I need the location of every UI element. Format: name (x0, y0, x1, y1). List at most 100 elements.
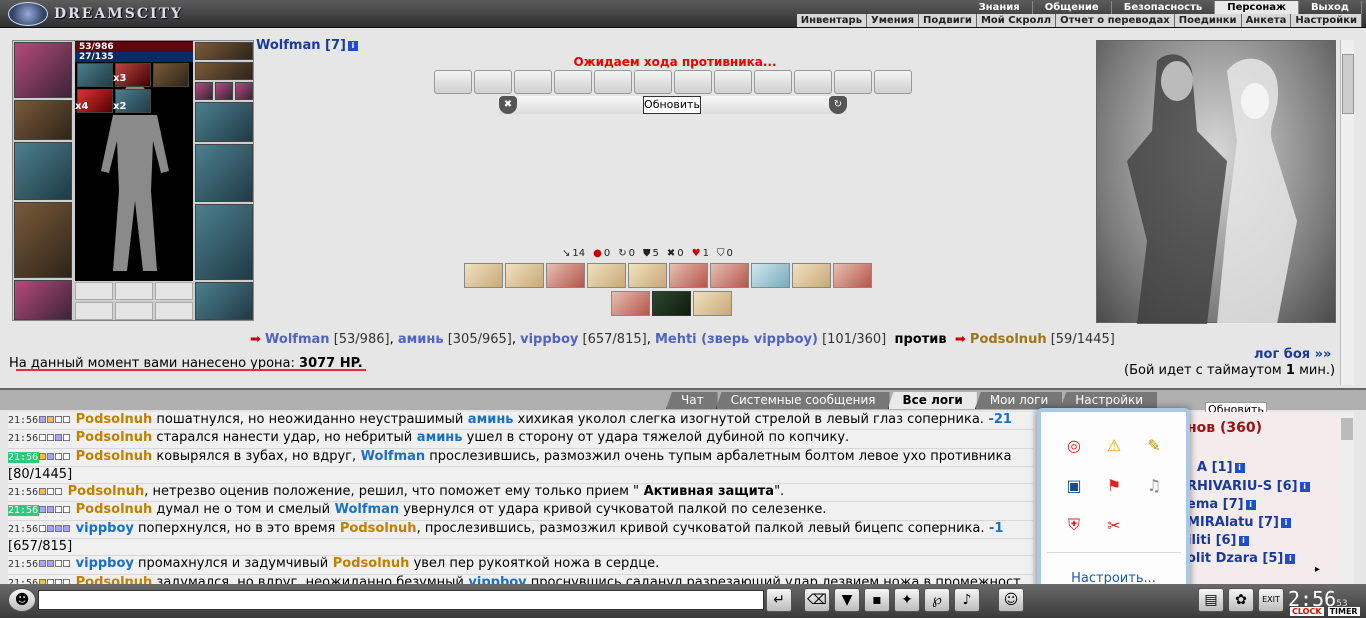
submenu-my-scroll[interactable]: Мой Скролл (977, 14, 1057, 27)
info-icon[interactable]: i (1245, 499, 1256, 510)
submenu-skills[interactable]: Умения (867, 14, 920, 27)
info-icon[interactable]: i (1299, 481, 1310, 492)
sound-icon[interactable]: ♪ (954, 588, 980, 612)
player-list-scrollbar[interactable] (1340, 412, 1354, 584)
filter-icon[interactable]: ▼ (834, 588, 860, 612)
submenu-settings[interactable]: Настройки (1291, 14, 1362, 27)
player-list-item[interactable]: RHIVARIU-S [6] i (1187, 479, 1310, 494)
log-player-name[interactable]: vippboy (464, 575, 526, 584)
monitor-icon[interactable]: ▣ (1063, 474, 1085, 496)
chat-input[interactable] (38, 590, 764, 610)
player-link[interactable]: Mehti (зверь vippboy) (655, 332, 818, 347)
log-player-name[interactable]: Podsolnuh (71, 502, 153, 517)
info-icon[interactable]: i (1281, 517, 1291, 528)
shield-slot[interactable] (195, 144, 253, 202)
battle-log-link[interactable]: лог боя »» (1254, 347, 1331, 362)
smiley-icon[interactable]: ☺ (998, 588, 1024, 612)
eraser-icon[interactable]: ⌫ (804, 588, 830, 612)
log-player-name[interactable]: Wolfman (356, 449, 426, 464)
skill-icon[interactable] (464, 263, 503, 288)
skill-icon[interactable] (546, 263, 585, 288)
player-list-item[interactable]: iliti [6] i (1187, 533, 1249, 548)
refresh-button[interactable]: Обновить (643, 96, 701, 114)
menu-exit[interactable]: Выход (1299, 1, 1362, 14)
player-list-item[interactable]: ema [7] i (1187, 497, 1256, 512)
boots-slot[interactable] (195, 282, 253, 320)
tab-system-messages[interactable]: Системные сообщения (715, 392, 890, 409)
log-player-name[interactable]: vippboy (71, 556, 134, 571)
legs-slot[interactable] (195, 204, 253, 280)
inventory-item-1[interactable] (77, 63, 113, 87)
skill-icon[interactable] (505, 263, 544, 288)
menu-communication[interactable]: Общение (1033, 1, 1112, 14)
empty-slot-5[interactable] (115, 302, 153, 320)
target-icon[interactable]: ◎ (1063, 434, 1085, 456)
page-scrollbar[interactable] (1340, 40, 1354, 385)
log-player-name[interactable]: -21 (984, 412, 1012, 427)
tools-icon[interactable]: ✎ (1143, 434, 1165, 456)
belt-slot[interactable] (14, 280, 72, 320)
necklace-slot[interactable] (195, 62, 253, 80)
log-player-name[interactable]: Podsolnuh (63, 484, 145, 499)
tab-my-logs[interactable]: Мои логи (974, 392, 1063, 409)
log-player-name[interactable]: Podsolnuh (328, 556, 410, 571)
bell-icon[interactable]: ♫ (1143, 474, 1165, 496)
skill-icon[interactable] (587, 263, 626, 288)
log-player-name[interactable]: Podsolnuh (71, 449, 153, 464)
skill-icon[interactable] (792, 263, 831, 288)
submenu-feats[interactable]: Подвиги (919, 14, 977, 27)
player-link[interactable]: vippboy (520, 332, 578, 347)
helmet-slot[interactable] (14, 42, 72, 98)
private-icon[interactable]: ℘ (924, 588, 950, 612)
inventory-item-3[interactable] (153, 63, 189, 87)
skill-icon[interactable] (693, 291, 732, 316)
tab-chat[interactable]: Чат (666, 392, 718, 409)
player-list-item[interactable]: MIRAlatu [7] i (1187, 515, 1291, 530)
scroll-right-icon[interactable]: ▸ (1315, 564, 1320, 575)
empty-slot-2[interactable] (115, 282, 153, 300)
skill-icon[interactable] (751, 263, 790, 288)
active-skill-icon[interactable] (652, 291, 691, 316)
skill-icon[interactable] (669, 263, 708, 288)
player-list-item[interactable]: olit Dzara [5] i (1187, 551, 1296, 566)
submenu-inventory[interactable]: Инвентарь (797, 14, 868, 27)
save-icon[interactable]: ▪ (864, 588, 890, 612)
player-link[interactable]: Wolfman (265, 332, 330, 347)
empty-slot-1[interactable] (75, 282, 113, 300)
amulet-slot[interactable] (14, 100, 72, 140)
figure-icon[interactable]: ✦ (894, 588, 920, 612)
skill-icon[interactable] (628, 263, 667, 288)
tab-all-logs[interactable]: Все логи (887, 392, 977, 409)
menu-knowledge[interactable]: Знания (967, 1, 1033, 14)
empty-slot-4[interactable] (75, 302, 113, 320)
armor-slot[interactable] (14, 202, 72, 278)
paw-icon[interactable]: ✿ (1228, 588, 1254, 612)
skill-icon[interactable] (611, 291, 650, 316)
empty-slot-6[interactable] (155, 302, 193, 320)
tab-settings[interactable]: Настройки (1060, 392, 1158, 409)
log-player-name[interactable]: аминь (412, 430, 463, 445)
ring-slot-3[interactable] (235, 82, 253, 100)
log-player-name[interactable]: vippboy (71, 521, 134, 536)
warning-icon[interactable]: ⚠ (1103, 434, 1125, 456)
timer-label[interactable]: TIMER (1327, 607, 1360, 616)
player-list-item[interactable]: A [1] i (1197, 460, 1245, 475)
bag-icon[interactable]: ▤ (1198, 588, 1224, 612)
info-icon[interactable]: i (1238, 535, 1249, 546)
send-icon[interactable]: ↵ (766, 588, 792, 612)
weapon-slot[interactable] (14, 142, 72, 200)
earring-slot[interactable] (195, 42, 253, 60)
menu-character[interactable]: Персонаж (1215, 1, 1299, 14)
ring-slot-2[interactable] (215, 82, 233, 100)
submenu-profile[interactable]: Анкета (1242, 14, 1292, 27)
exit-icon[interactable]: EXIT (1258, 588, 1284, 612)
log-player-name[interactable]: Podsolnuh (71, 412, 153, 427)
info-icon[interactable]: i (1234, 462, 1245, 473)
flag-error-icon[interactable]: ⚑ (1103, 474, 1125, 496)
empty-slot-3[interactable] (155, 282, 193, 300)
log-player-name[interactable]: аминь (463, 412, 514, 427)
submenu-duels[interactable]: Поединки (1175, 14, 1242, 27)
log-player-name[interactable]: Podsolnuh (335, 521, 417, 536)
chat-mode-icon[interactable]: ☻ (8, 588, 36, 612)
enemy-link[interactable]: Podsolnuh (970, 332, 1047, 347)
